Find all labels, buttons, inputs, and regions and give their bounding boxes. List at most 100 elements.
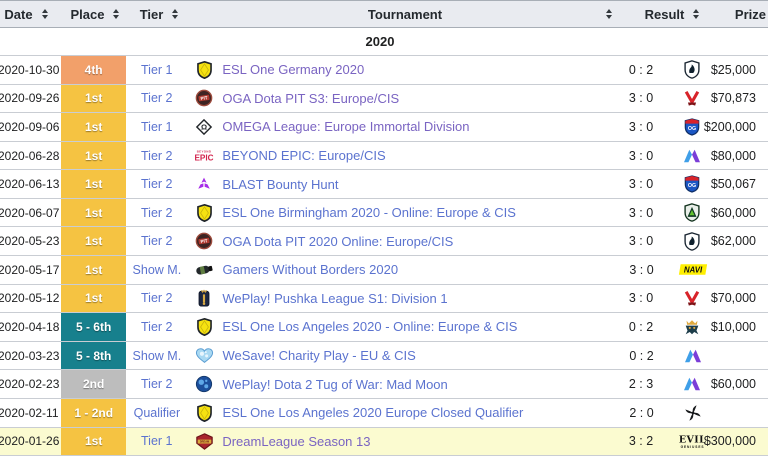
- tournament-link[interactable]: WePlay! Pushka League S1: Division 1: [222, 291, 447, 306]
- team-liquid-logo[interactable]: [683, 60, 701, 79]
- sort-icon[interactable]: [606, 9, 612, 19]
- tier-link[interactable]: Tier 1: [141, 120, 173, 134]
- eg-logo[interactable]: EVILGENIUSES: [679, 432, 706, 450]
- table-row: 2020-09-061stTier 1ΩOMEGA League: Europe…: [0, 113, 768, 142]
- place-badge: 1st: [61, 285, 126, 313]
- result-score: 3 : 0: [611, 227, 670, 255]
- date-cell: 2020-10-30: [0, 56, 61, 84]
- oga-pit-icon[interactable]: PIT: [194, 231, 214, 251]
- tournament-link[interactable]: WePlay! Dota 2 Tug of War: Mad Moon: [222, 377, 447, 392]
- wesave-icon[interactable]: [194, 346, 214, 366]
- dreamleague-icon[interactable]: DREAM: [194, 431, 214, 451]
- pushka-league-icon[interactable]: [194, 288, 214, 308]
- place-badge: 1st: [61, 85, 126, 113]
- tier-link[interactable]: Tier 2: [141, 206, 173, 220]
- tournament-link[interactable]: BLAST Bounty Hunt: [222, 177, 338, 192]
- tournament-link[interactable]: ESL One Germany 2020: [222, 62, 364, 77]
- table-row: 2020-05-231stTier 2PITOGA Dota PIT 2020 …: [0, 227, 768, 256]
- column-header-tier: Tier: [128, 1, 190, 27]
- sort-icon[interactable]: [172, 9, 178, 19]
- prize-cell: $50,067: [714, 170, 768, 198]
- tournament-link[interactable]: ESL One Los Angeles 2020 - Online: Europ…: [222, 319, 517, 334]
- result-score: 3 : 0: [611, 113, 670, 141]
- column-label-tier: Tier: [140, 7, 164, 22]
- tournament-link[interactable]: OGA Dota PIT 2020 Online: Europe/CIS: [222, 234, 453, 249]
- vp-prodigy-logo[interactable]: [683, 289, 701, 307]
- table-row: 2020-09-261st Tier 2 PIT OGA Dota PIT S3: E…: [0, 85, 768, 114]
- prize-cell: $70,873: [714, 85, 768, 113]
- prize-cell: $62,000: [714, 227, 768, 255]
- prize-cell: [715, 342, 768, 370]
- tier-link[interactable]: Show M.: [133, 349, 182, 363]
- gamers-without-borders-icon[interactable]: [194, 260, 214, 280]
- table-body: 2020-10-304thTier 1ESL One Germany 20200…: [0, 56, 768, 456]
- prize-cell: $80,000: [714, 142, 768, 170]
- result-score: 3 : 0: [611, 199, 670, 227]
- prize-cell: [715, 399, 768, 427]
- svg-text:EVIL: EVIL: [679, 435, 706, 446]
- alliance-logo[interactable]: [683, 203, 701, 222]
- tier-link[interactable]: Tier 2: [141, 291, 173, 305]
- place-badge: 1 - 2nd: [61, 399, 126, 427]
- team-liquid-logo[interactable]: [683, 232, 701, 251]
- tournament-link[interactable]: OMEGA League: Europe Immortal Division: [222, 119, 469, 134]
- table-row: 2020-01-261stTier 1DREAMDreamLeague Seas…: [0, 428, 768, 456]
- oga-pit-icon[interactable]: PIT: [194, 88, 214, 108]
- nip-logo[interactable]: [684, 404, 702, 422]
- sort-icon[interactable]: [113, 9, 119, 19]
- place-badge: 1st: [61, 199, 126, 227]
- tier-link[interactable]: Show M.: [133, 263, 182, 277]
- tournament-link[interactable]: OGA Dota PIT S3: Europe/CIS: [222, 91, 399, 106]
- column-label-prize: Prize: [735, 7, 766, 22]
- prize-cell: $25,000: [714, 56, 768, 84]
- navi-logo[interactable]: NAVI: [678, 263, 708, 276]
- tier-link[interactable]: Tier 2: [141, 377, 173, 391]
- svg-text:OG: OG: [688, 126, 696, 132]
- sort-icon[interactable]: [693, 9, 699, 19]
- weplay-mad-moon-icon[interactable]: [194, 374, 214, 394]
- blast-icon[interactable]: [194, 174, 214, 194]
- nigma-logo[interactable]: [683, 348, 703, 364]
- vikin-logo[interactable]: [682, 318, 702, 336]
- og-logo[interactable]: OG: [684, 175, 700, 193]
- tournament-link[interactable]: ESL One Birmingham 2020 - Online: Europe…: [222, 205, 516, 220]
- date-cell: 2020-05-23: [0, 227, 61, 255]
- tier-link[interactable]: Tier 2: [141, 149, 173, 163]
- tournament-link[interactable]: BEYOND EPIC: Europe/CIS: [222, 148, 385, 163]
- sort-icon[interactable]: [42, 9, 48, 19]
- tier-link[interactable]: Tier 1: [141, 63, 173, 77]
- result-score: 2 : 0: [612, 399, 671, 427]
- tier-link[interactable]: Tier 2: [141, 91, 173, 105]
- tier-link[interactable]: Qualifier: [134, 406, 181, 420]
- tier-link[interactable]: Tier 2: [141, 234, 173, 248]
- table-row: 2020-02-232ndTier 2WePlay! Dota 2 Tug of…: [0, 370, 768, 399]
- result-score: 3 : 0: [611, 142, 670, 170]
- tournament-link[interactable]: Gamers Without Borders 2020: [222, 262, 398, 277]
- tournament-link[interactable]: WeSave! Charity Play - EU & CIS: [222, 348, 415, 363]
- date-cell: 2020-06-07: [0, 199, 61, 227]
- column-header-result: Result: [620, 1, 724, 27]
- result-score: 3 : 0: [611, 85, 670, 113]
- result-score: 3 : 0: [611, 170, 670, 198]
- esl-one-icon[interactable]: [194, 403, 214, 423]
- tier-link[interactable]: Tier 2: [141, 320, 173, 334]
- vp-prodigy-logo[interactable]: [683, 89, 701, 107]
- date-cell: 2020-01-26: [0, 428, 61, 456]
- table-row: 2020-06-131stTier 2BLAST Bounty Hunt3 : …: [0, 170, 768, 199]
- nigma-logo[interactable]: [682, 376, 702, 392]
- omega-league-icon[interactable]: Ω: [194, 117, 214, 137]
- prize-cell: $60,000: [714, 370, 768, 398]
- esl-one-icon[interactable]: [194, 60, 214, 80]
- tier-link[interactable]: Tier 1: [141, 434, 173, 448]
- nigma-logo[interactable]: [682, 148, 702, 164]
- svg-text:GENIUSES: GENIUSES: [680, 445, 704, 449]
- date-cell: 2020-05-12: [0, 285, 61, 313]
- og-logo[interactable]: OG: [684, 118, 700, 136]
- esl-one-icon[interactable]: [194, 203, 214, 223]
- tier-link[interactable]: Tier 2: [141, 177, 173, 191]
- beyond-epic-icon[interactable]: BEYONDEPIC: [194, 146, 214, 166]
- esl-one-icon[interactable]: [194, 317, 214, 337]
- tournament-link[interactable]: ESL One Los Angeles 2020 Europe Closed Q…: [222, 405, 523, 420]
- date-cell: 2020-09-26: [0, 85, 61, 113]
- tournament-link[interactable]: DreamLeague Season 13: [222, 434, 370, 449]
